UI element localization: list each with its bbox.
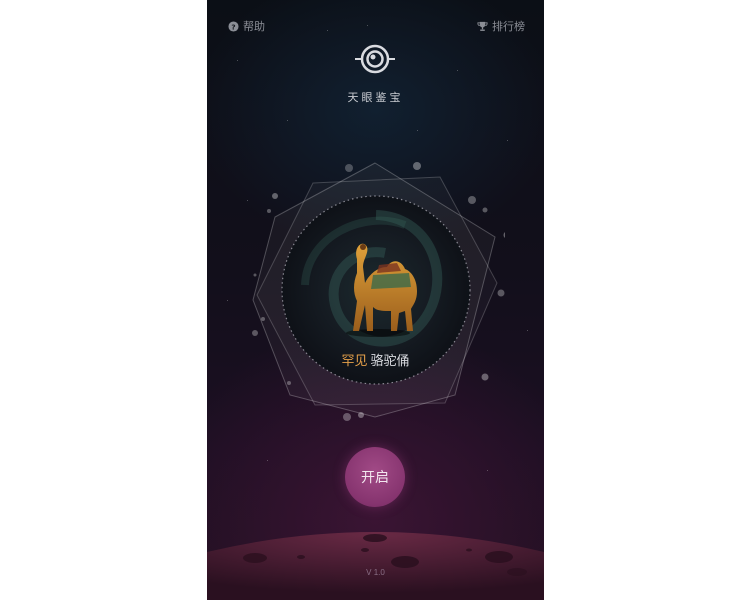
rarity-label: 罕见: [341, 354, 368, 369]
item-name: 骆驼俑: [370, 354, 410, 369]
eye-icon: [355, 44, 395, 74]
version-label: V 1.0: [366, 568, 385, 577]
leaderboard-button[interactable]: 排行榜: [477, 18, 525, 34]
top-bar: ? 帮助 排行榜: [207, 18, 544, 38]
planet-surface: [207, 532, 544, 600]
app-title: 天眼鉴宝: [347, 91, 404, 104]
help-button[interactable]: ? 帮助: [228, 18, 265, 34]
treasure-emblem: [252, 162, 505, 421]
item-caption: 罕见 骆驼俑: [207, 350, 544, 369]
app-screen: ? 帮助 排行榜 天眼鉴宝 罕见 骆驼俑 开启 V 1.0: [207, 0, 544, 600]
help-label: 帮助: [243, 20, 265, 33]
start-button[interactable]: 开启: [345, 447, 405, 507]
trophy-icon: [477, 21, 488, 31]
question-circle-icon: ?: [228, 20, 239, 32]
leaderboard-label: 排行榜: [492, 20, 525, 33]
svg-text:?: ?: [231, 22, 235, 31]
